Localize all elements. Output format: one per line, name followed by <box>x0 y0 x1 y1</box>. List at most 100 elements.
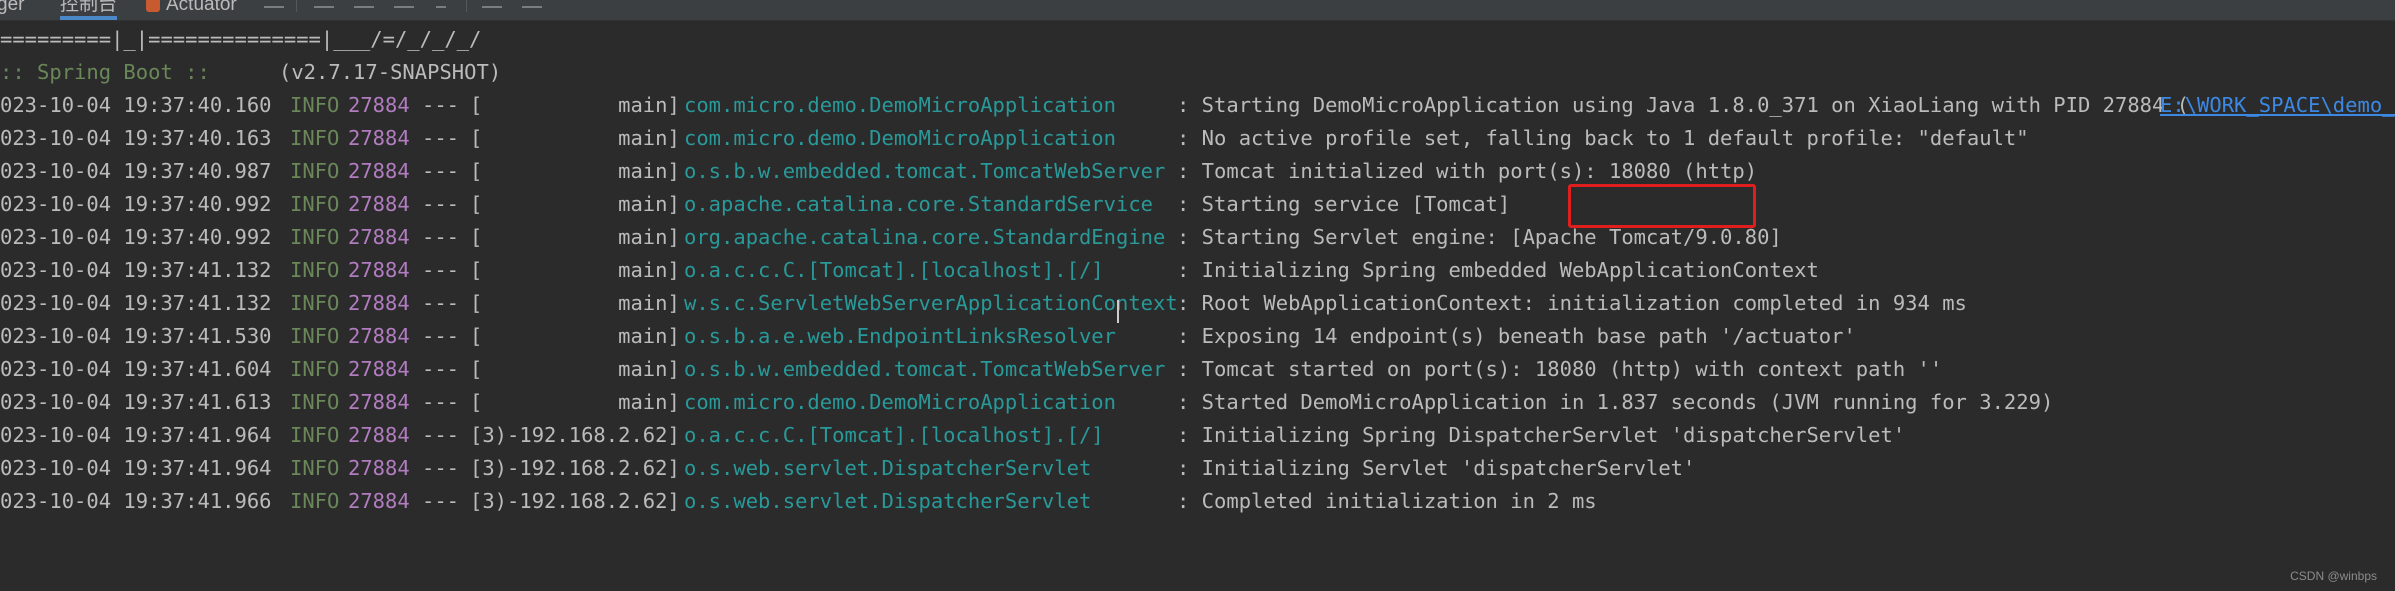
log-logger: o.s.web.servlet.DispatcherServlet <box>684 489 1092 513</box>
log-timestamp: 023-10-04 19:37:41.964 <box>0 423 272 447</box>
actuator-icon <box>146 0 160 12</box>
banner-art-line: =========|_|==============|___/=/_/_/_/ <box>0 23 481 56</box>
log-thread: [ main] <box>470 390 680 414</box>
log-thread: [ main] <box>470 324 680 348</box>
log-timestamp: 023-10-04 19:37:41.604 <box>0 357 272 381</box>
menu-icon[interactable] <box>264 0 284 8</box>
align-top-icon[interactable] <box>314 0 334 8</box>
tab-actuator-label: Actuator <box>166 0 237 15</box>
log-thread: [ main] <box>470 357 680 381</box>
log-thread: [ main] <box>470 192 680 216</box>
settings-icon[interactable] <box>522 0 542 8</box>
log-pid: 27884 <box>348 390 410 414</box>
log-thread: [ main] <box>470 159 680 183</box>
log-pid: 27884 <box>348 489 410 513</box>
log-thread: [3)-192.168.2.62] <box>470 423 680 447</box>
log-message: : Initializing Servlet 'dispatcherServle… <box>1177 456 1696 480</box>
log-message: : Initializing Spring DispatcherServlet … <box>1177 423 1906 447</box>
log-thread: [3)-192.168.2.62] <box>470 489 680 513</box>
log-logger: o.s.b.w.embedded.tomcat.TomcatWebServer <box>684 159 1166 183</box>
log-pid: 27884 <box>348 456 410 480</box>
log-timestamp: 023-10-04 19:37:40.163 <box>0 126 272 150</box>
log-separator: --- <box>422 423 460 447</box>
log-level: INFO <box>290 357 340 381</box>
log-level: INFO <box>290 456 340 480</box>
log-pid: 27884 <box>348 291 410 315</box>
log-separator: --- <box>422 390 460 414</box>
log-logger: o.s.b.a.e.web.EndpointLinksResolver <box>684 324 1116 348</box>
log-separator: --- <box>422 258 460 282</box>
log-pid: 27884 <box>348 225 410 249</box>
log-level: INFO <box>290 225 340 249</box>
log-message: : Tomcat started on port(s): 18080 (http… <box>1177 357 1943 381</box>
banner-art-text: =========|_|==============|___/=/_/_/_/ <box>0 27 482 51</box>
align-middle-icon[interactable] <box>354 0 374 8</box>
log-level: INFO <box>290 192 340 216</box>
log-timestamp: 023-10-04 19:37:41.966 <box>0 489 272 513</box>
log-separator: --- <box>422 93 460 117</box>
log-timestamp: 023-10-04 19:37:40.992 <box>0 192 272 216</box>
log-message: : Root WebApplicationContext: initializa… <box>1177 291 1967 315</box>
log-logger: o.s.b.w.embedded.tomcat.TomcatWebServer <box>684 357 1166 381</box>
log-level: INFO <box>290 126 340 150</box>
watermark: CSDN @winbps <box>2290 569 2377 583</box>
log-separator: --- <box>422 126 460 150</box>
log-logger: w.s.c.ServletWebServerApplicationContext <box>684 291 1178 315</box>
log-level: INFO <box>290 390 340 414</box>
log-timestamp: 023-10-04 19:37:40.160 <box>0 93 272 117</box>
log-thread: [3)-192.168.2.62] <box>470 456 680 480</box>
log-pid: 27884 <box>348 423 410 447</box>
console-output[interactable]: =========|_|==============|___/=/_/_/_/ … <box>0 21 2395 591</box>
log-separator: --- <box>422 489 460 513</box>
toolbar-divider <box>296 0 297 12</box>
log-thread: [ main] <box>470 291 680 315</box>
log-pid: 27884 <box>348 357 410 381</box>
filter-icon[interactable] <box>436 0 446 8</box>
log-logger: o.a.c.c.C.[Tomcat].[localhost].[/] <box>684 423 1104 447</box>
log-thread: [ main] <box>470 126 680 150</box>
align-bottom-icon[interactable] <box>394 0 414 8</box>
log-separator: --- <box>422 357 460 381</box>
grid-icon[interactable] <box>482 0 502 8</box>
tab-console[interactable]: 控制台 <box>60 0 118 20</box>
log-pid: 27884 <box>348 126 410 150</box>
banner-version-line: :: Spring Boot :: (v2.7.17-SNAPSHOT) <box>0 56 501 89</box>
log-timestamp: 023-10-04 19:37:41.613 <box>0 390 272 414</box>
spring-boot-version: (v2.7.17-SNAPSHOT) <box>279 60 502 84</box>
port-highlight-box <box>1568 184 1756 228</box>
log-logger: com.micro.demo.DemoMicroApplication <box>684 390 1116 414</box>
log-logger: o.a.c.c.C.[Tomcat].[localhost].[/] <box>684 258 1104 282</box>
log-level: INFO <box>290 291 340 315</box>
log-message: : Started DemoMicroApplication in 1.837 … <box>1177 390 2054 414</box>
log-message: : No active profile set, falling back to… <box>1177 126 2029 150</box>
log-logger: o.s.web.servlet.DispatcherServlet <box>684 456 1092 480</box>
log-timestamp: 023-10-04 19:37:40.992 <box>0 225 272 249</box>
log-timestamp: 023-10-04 19:37:41.132 <box>0 291 272 315</box>
log-separator: --- <box>422 192 460 216</box>
log-timestamp: 023-10-04 19:37:41.964 <box>0 456 272 480</box>
log-message: : Initializing Spring embedded WebApplic… <box>1177 258 1819 282</box>
tab-actuator[interactable]: Actuator <box>146 0 237 16</box>
log-pid: 27884 <box>348 93 410 117</box>
log-level: INFO <box>290 93 340 117</box>
log-thread: [ main] <box>470 93 680 117</box>
log-separator: --- <box>422 225 460 249</box>
tab-debugger-partial[interactable]: ger <box>0 0 24 16</box>
log-level: INFO <box>290 423 340 447</box>
log-level: INFO <box>290 489 340 513</box>
log-path-link[interactable]: E:\WORK_SPACE\demo_m <box>2160 89 2395 122</box>
log-message: : Exposing 14 endpoint(s) beneath base p… <box>1177 324 1856 348</box>
log-pid: 27884 <box>348 159 410 183</box>
log-message: : Starting service [Tomcat] <box>1177 192 1511 216</box>
log-timestamp: 023-10-04 19:37:41.132 <box>0 258 272 282</box>
log-thread: [ main] <box>470 258 680 282</box>
log-message: : Starting DemoMicroApplication using Ja… <box>1177 93 2190 117</box>
log-level: INFO <box>290 324 340 348</box>
log-level: INFO <box>290 258 340 282</box>
log-timestamp: 023-10-04 19:37:41.530 <box>0 324 272 348</box>
log-thread: [ main] <box>470 225 680 249</box>
log-logger: o.apache.catalina.core.StandardService <box>684 192 1153 216</box>
log-pid: 27884 <box>348 324 410 348</box>
toolbar-divider <box>466 0 467 12</box>
console-toolbar: ger 控制台 Actuator <box>0 0 2395 21</box>
